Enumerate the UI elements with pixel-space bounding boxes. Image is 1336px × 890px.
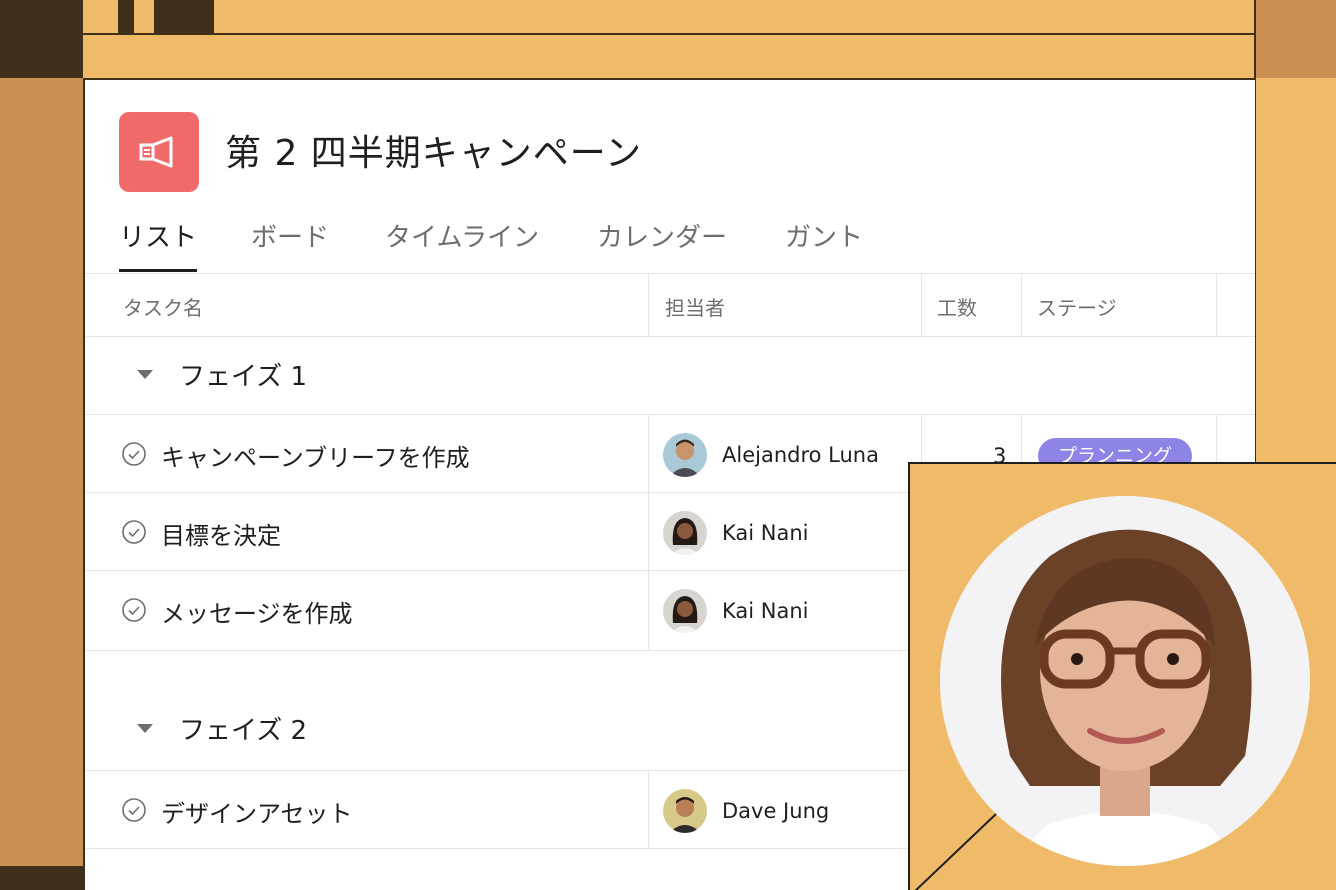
section-collapse-icon[interactable]	[137, 370, 153, 379]
task-name[interactable]: キャンペーンブリーフを作成	[161, 438, 470, 473]
tab-timeline[interactable]: タイムライン	[385, 220, 539, 272]
tab-gantt[interactable]: ガント	[785, 220, 863, 272]
column-divider-2	[921, 274, 922, 336]
column-header-task[interactable]: タスク名	[123, 292, 203, 321]
section-collapse-icon[interactable]	[137, 724, 153, 733]
check-circle-icon[interactable]	[121, 441, 147, 467]
check-circle-icon[interactable]	[121, 519, 147, 545]
frame-top-line	[83, 33, 1255, 35]
column-divider-3	[1021, 274, 1022, 336]
assignee-name[interactable]: Dave Jung	[722, 799, 829, 823]
project-icon	[119, 112, 199, 192]
check-circle-icon[interactable]	[121, 597, 147, 623]
tab-calendar[interactable]: カレンダー	[597, 220, 727, 272]
testimonial-photo-card	[908, 462, 1336, 890]
avatar	[663, 789, 707, 833]
column-divider-row	[648, 414, 649, 650]
assignee-name[interactable]: Alejandro Luna	[722, 443, 879, 467]
frame-top-right-tan	[1255, 0, 1336, 78]
avatar	[663, 511, 707, 555]
column-header-assignee[interactable]: 担当者	[665, 292, 725, 321]
assignee-name[interactable]: Kai Nani	[722, 521, 809, 545]
tab-board[interactable]: ボード	[251, 220, 329, 272]
frame-top-bar-1	[118, 0, 134, 34]
column-header-effort[interactable]: 工数	[937, 292, 977, 321]
frame-top-bar-2	[154, 0, 214, 34]
task-name[interactable]: 目標を決定	[161, 516, 281, 551]
column-divider-4	[1216, 274, 1217, 336]
frame-left-tan	[0, 78, 83, 868]
tabs-divider	[85, 273, 1255, 274]
person-portrait	[940, 496, 1310, 866]
megaphone-icon	[139, 136, 173, 168]
avatar	[663, 433, 707, 477]
section-header-phase-2[interactable]: フェイズ 2	[179, 710, 307, 747]
assignee-name[interactable]: Kai Nani	[722, 599, 809, 623]
page-title: 第 2 四半期キャンペーン	[225, 133, 642, 174]
task-name[interactable]: メッセージを作成	[161, 594, 353, 629]
column-header-stage[interactable]: ステージ	[1037, 292, 1117, 321]
task-name[interactable]: デザインアセット	[161, 794, 353, 829]
frame-top-left-dark	[0, 0, 83, 78]
tab-list[interactable]: リスト	[119, 220, 198, 272]
avatar	[663, 589, 707, 633]
frame-left-bottom-dark	[0, 866, 83, 890]
section-divider	[85, 414, 1255, 415]
check-circle-icon[interactable]	[121, 797, 147, 823]
header-divider	[85, 336, 1255, 337]
column-divider-row	[648, 770, 649, 848]
column-divider-1	[648, 274, 649, 336]
section-header-phase-1[interactable]: フェイズ 1	[179, 356, 307, 393]
